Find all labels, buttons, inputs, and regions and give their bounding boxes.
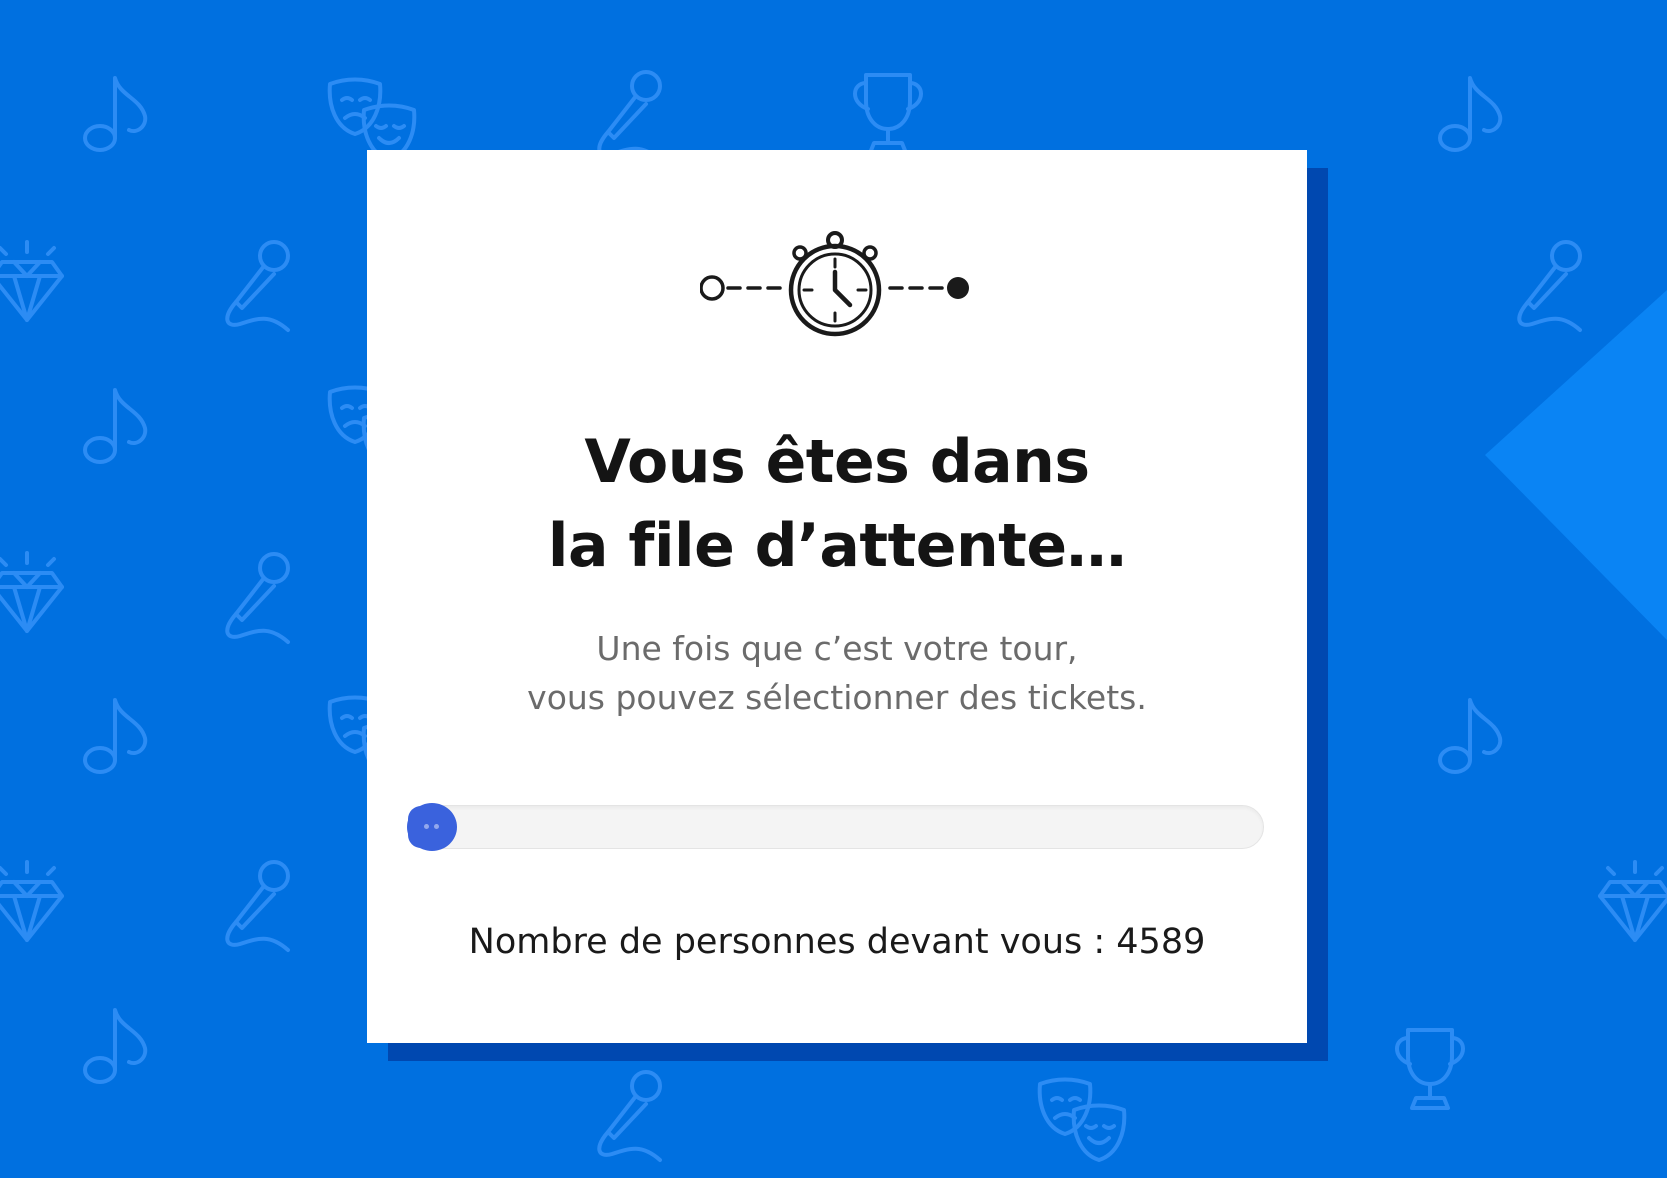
people-ahead-count: 4589 — [1116, 922, 1206, 962]
queue-progress-indicator — [407, 803, 457, 851]
title-line-1: Vous êtes dans — [584, 427, 1090, 497]
subtitle-line-2: vous pouvez sélectionner des tickets. — [527, 678, 1147, 717]
progress-dot — [424, 824, 429, 829]
queue-subtitle: Une fois que c’est votre tour, vous pouv… — [367, 624, 1307, 722]
page-title: Vous êtes dans la file d’attente… — [367, 420, 1307, 588]
page-background: Vous êtes dans la file d’attente… Une fo… — [0, 0, 1667, 1178]
subtitle-line-1: Une fois que c’est votre tour, — [596, 629, 1078, 668]
queue-progress-bar — [407, 805, 1264, 849]
progress-dot — [434, 824, 439, 829]
title-line-2: la file d’attente… — [547, 511, 1127, 581]
stopwatch-icon — [700, 231, 969, 337]
people-ahead-label: Nombre de personnes devant vous : — [468, 922, 1117, 962]
people-ahead-text: Nombre de personnes devant vous : 4589 — [367, 917, 1307, 967]
